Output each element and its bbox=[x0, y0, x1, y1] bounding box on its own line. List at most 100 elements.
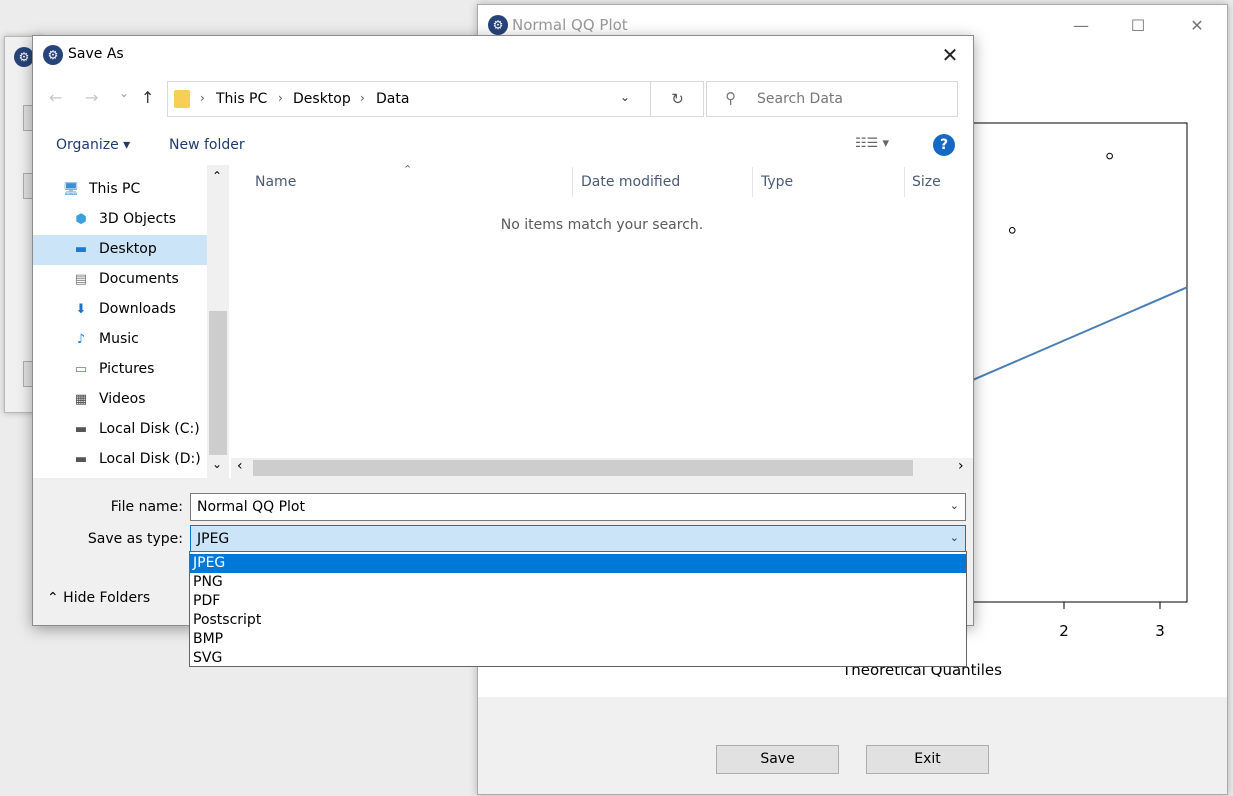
option-svg[interactable]: SVG bbox=[190, 649, 966, 668]
forward-arrow-icon[interactable]: → bbox=[85, 88, 98, 107]
option-jpeg[interactable]: JPEG bbox=[190, 554, 966, 573]
x-tick-label: 2 bbox=[1059, 622, 1069, 640]
refresh-icon[interactable]: ↻ bbox=[650, 82, 704, 116]
option-pdf[interactable]: PDF bbox=[190, 592, 966, 611]
file-name-value: Normal QQ Plot bbox=[197, 499, 305, 515]
horizontal-scroll-thumb[interactable] bbox=[253, 460, 913, 476]
nav-item-pictures[interactable]: ▭ Pictures bbox=[33, 355, 207, 385]
chevron-down-icon[interactable]: ⌄ bbox=[950, 531, 959, 544]
download-icon: ⬇ bbox=[75, 302, 87, 317]
column-name[interactable]: Name bbox=[255, 174, 296, 190]
scroll-left-icon[interactable]: ‹ bbox=[237, 458, 243, 474]
search-icon: ⚲ bbox=[725, 89, 736, 107]
column-size[interactable]: Size bbox=[912, 174, 941, 190]
document-icon: ▤ bbox=[74, 272, 88, 287]
desktop-icon: ▬ bbox=[74, 242, 88, 257]
nav-item-label: Documents bbox=[99, 271, 179, 287]
hide-folders-button[interactable]: ⌃ Hide Folders bbox=[47, 590, 150, 606]
column-date-modified[interactable]: Date modified bbox=[581, 174, 680, 190]
nav-scrollbar[interactable]: ⌃ ⌄ bbox=[207, 165, 229, 478]
option-bmp[interactable]: BMP bbox=[190, 630, 966, 649]
scroll-down-icon[interactable]: ⌄ bbox=[212, 457, 222, 471]
picture-icon: ▭ bbox=[74, 362, 88, 377]
x-tick-label: 3 bbox=[1155, 622, 1165, 640]
x-tick-2: 2 bbox=[1059, 602, 1069, 640]
breadcrumb-this-pc[interactable]: This PC bbox=[216, 91, 267, 107]
nav-item-label: 3D Objects bbox=[99, 211, 177, 227]
scroll-right-icon[interactable]: › bbox=[958, 458, 964, 474]
close-icon[interactable]: ✕ bbox=[933, 41, 967, 69]
window-title: Normal QQ Plot bbox=[512, 16, 628, 34]
navigation-pane: 🖥 This PC ⬢ 3D Objects ▬ Desktop ▤ Documents ⬇ Do… bbox=[33, 165, 229, 478]
nav-item-downloads[interactable]: ⬇ Downloads bbox=[33, 295, 207, 325]
music-icon: ♪ bbox=[76, 332, 86, 347]
nav-item-label: Local Disk (D:) bbox=[99, 451, 201, 467]
nav-item-local-disk-d[interactable]: ▬ Local Disk (D:) bbox=[33, 445, 207, 475]
app-icon: ⚙ bbox=[43, 45, 63, 65]
data-point bbox=[1106, 152, 1113, 160]
chevron-down-icon[interactable]: ⌄ bbox=[620, 90, 630, 104]
file-list: ⌃ Name Date modified Type Size No items … bbox=[231, 163, 973, 478]
column-type[interactable]: Type bbox=[761, 174, 793, 190]
nav-item-local-disk-c[interactable]: ▬ Local Disk (C:) bbox=[33, 415, 207, 445]
empty-message: No items match your search. bbox=[500, 217, 704, 233]
nav-item-label: This PC bbox=[89, 181, 141, 197]
horizontal-scrollbar[interactable]: ‹ › bbox=[231, 458, 973, 478]
x-tick-3: 3 bbox=[1155, 602, 1165, 640]
scroll-up-icon[interactable]: ⌃ bbox=[212, 169, 222, 183]
nav-item-documents[interactable]: ▤ Documents bbox=[33, 265, 207, 295]
minimize-button[interactable]: — bbox=[1058, 13, 1104, 39]
column-divider[interactable] bbox=[904, 167, 905, 197]
nav-item-videos[interactable]: ▦ Videos bbox=[33, 385, 207, 415]
option-postscript[interactable]: Postscript bbox=[190, 611, 966, 630]
column-divider[interactable] bbox=[572, 167, 573, 197]
option-png[interactable]: PNG bbox=[190, 573, 966, 592]
save-as-type-label: Save as type: bbox=[87, 531, 183, 547]
nav-item-label: Local Disk (C:) bbox=[99, 421, 200, 437]
maximize-button[interactable]: ☐ bbox=[1115, 13, 1161, 39]
new-folder-button[interactable]: New folder bbox=[169, 137, 245, 153]
data-point bbox=[1008, 227, 1016, 234]
breadcrumb-separator: › bbox=[360, 91, 365, 105]
recent-locations-icon[interactable]: ⌄ bbox=[119, 86, 129, 100]
save-button[interactable]: Save bbox=[716, 745, 839, 774]
save-as-type-value: JPEG bbox=[197, 531, 230, 547]
help-icon[interactable]: ? bbox=[933, 134, 955, 156]
app-icon: ⚙ bbox=[14, 47, 34, 67]
nav-item-3d-objects[interactable]: ⬢ 3D Objects bbox=[33, 205, 207, 235]
exit-button[interactable]: Exit bbox=[866, 745, 989, 774]
nav-item-label: Downloads bbox=[99, 301, 176, 317]
column-divider[interactable] bbox=[752, 167, 753, 197]
dialog-title: Save As bbox=[68, 46, 124, 62]
qq-footer: Save Exit bbox=[478, 697, 1227, 794]
nav-scroll-thumb[interactable] bbox=[209, 311, 227, 455]
breadcrumb-separator: › bbox=[278, 91, 283, 105]
nav-item-desktop[interactable]: ▬ Desktop bbox=[33, 235, 207, 265]
up-arrow-icon[interactable]: ↑ bbox=[141, 88, 154, 107]
video-icon: ▦ bbox=[74, 392, 88, 407]
back-arrow-icon[interactable]: ← bbox=[49, 88, 62, 107]
folder-icon bbox=[174, 90, 190, 108]
file-name-field[interactable]: Normal QQ Plot ⌄ bbox=[190, 493, 966, 521]
sort-indicator-icon: ⌃ bbox=[403, 163, 413, 176]
search-input[interactable]: ⚲ Search Data bbox=[706, 81, 958, 117]
file-name-label: File name: bbox=[110, 499, 183, 515]
chevron-down-icon[interactable]: ⌄ bbox=[950, 499, 959, 512]
breadcrumb-desktop[interactable]: Desktop bbox=[293, 91, 351, 107]
app-icon: ⚙ bbox=[488, 15, 508, 35]
address-bar[interactable]: › This PC › Desktop › Data ⌄ ↻ bbox=[167, 81, 704, 117]
search-placeholder: Search Data bbox=[757, 91, 843, 107]
save-as-dialog: ⚙ Save As ✕ ← → ⌄ ↑ › This PC › Desktop … bbox=[32, 35, 974, 626]
save-as-type-select[interactable]: JPEG ⌄ bbox=[190, 525, 966, 553]
nav-item-this-pc[interactable]: 🖥 This PC bbox=[33, 175, 207, 205]
organize-menu[interactable]: Organize ▾ bbox=[56, 137, 130, 153]
disk-c-icon: ▬ bbox=[74, 422, 88, 437]
nav-item-label: Videos bbox=[99, 391, 146, 407]
disk-d-icon: ▬ bbox=[74, 452, 88, 467]
dialog-titlebar: ⚙ Save As ✕ bbox=[33, 36, 973, 74]
breadcrumb-data[interactable]: Data bbox=[376, 91, 409, 107]
nav-item-music[interactable]: ♪ Music bbox=[33, 325, 207, 355]
close-button[interactable]: ✕ bbox=[1174, 13, 1220, 39]
cube-icon: ⬢ bbox=[75, 212, 87, 227]
view-options-icon[interactable]: ☷☰ ▾ bbox=[855, 136, 889, 151]
